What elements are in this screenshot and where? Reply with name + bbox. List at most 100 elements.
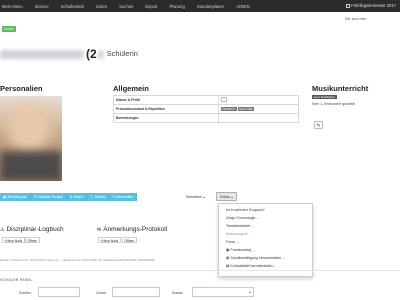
table-row: Klasse & Profil [113,95,299,105]
heading-label: Anmerkungs-Protokoll [103,226,168,233]
top-navbar: Mein Menu Service Schulbetrieb Listen Su… [0,0,400,12]
row-value: DEFINITIV NICHT REP [218,104,299,114]
value-placeholder [221,97,227,102]
button-label: Aktuelle Testate [38,195,63,199]
menu-item-label: Kontaktblatt herunterladen ... [230,264,277,268]
schueler-label: Schüler [19,291,32,295]
stundenplan-button[interactable]: ▦Stundenplan [0,193,31,201]
lehrer-label: Lehrer [96,291,107,295]
bearbeiten-button[interactable]: ✎Bearbeiten [109,193,138,201]
menu-item-label: Schulbestätigung herunterladen ... [230,256,286,260]
button-label: Details [94,195,106,199]
button-label: Bearbeiten [116,195,134,199]
button-label: Stundenplan [7,195,27,199]
logbook-new-note-button[interactable]: +Neue Notiz [2,237,25,243]
details-button[interactable]: ⓘDetails [87,193,110,201]
row-label: Bemerkungen [113,113,219,123]
calendar-icon: ▦ [3,195,7,199]
chevron-down-icon [249,292,251,293]
menu-item-chronologie[interactable]: Zeige Chronologie ... [226,216,259,220]
szenarien-dropdown[interactable]: Szenarien [183,193,208,201]
row-value [218,113,299,123]
edit-music-button[interactable]: ✎ [314,121,323,129]
record-meta: Erstellt: Unbekannt am: 08.04.2016 | Let… [0,258,156,262]
nav-export[interactable]: Export [139,4,163,9]
menu-item-testatuebersicht[interactable]: Testatübersicht ... [226,224,254,228]
extras-dropdown[interactable]: Extras [216,192,237,201]
szenarien-label: Szenarien [186,195,202,199]
nav-listen[interactable]: Listen [90,4,113,9]
lehrer-input[interactable] [112,287,160,297]
nav-admin[interactable]: ADMIN [230,4,256,9]
heading-label: Disziplinar-Logbuch [6,226,64,233]
row-value [218,95,299,105]
heading-anmerkungs-protokoll: ✉ Anmerkungs-Protokoll [97,226,167,233]
heading-musikunterricht: Musikunterricht [312,84,369,93]
klasse-label: Klasse [172,291,183,295]
page-title: (2 Schülerin [0,48,138,60]
nav-stundenplaner[interactable]: Stundenplaner [191,4,230,9]
star-icon: ★ [69,195,73,199]
schueler-input[interactable] [38,287,80,297]
general-info-table: Klasse & Profil Promotionsstand & Repeti… [113,95,299,123]
extras-label: Extras [220,195,230,199]
heading-disziplinar-logbuch: ⚠ Disziplinar-Logbuch [0,226,64,233]
heading-personalien: Personalien [0,84,43,93]
student-role: Schülerin [106,49,138,58]
back-button[interactable]: Zurück [2,26,17,32]
info-icon: ⓘ [90,195,94,199]
panel-title: SCHÜLER PANEL [0,278,33,282]
music-badge: Keine Musiklektion [312,95,337,99]
camera-icon: ▣ [226,248,230,252]
nav-mein-menu[interactable]: Mein Menu [0,4,29,9]
testate-button[interactable]: ☰Aktuelle Testate [30,193,67,201]
nav-schulbetrieb[interactable]: Schulbetrieb [55,4,90,9]
file-icon: ▤ [226,264,230,268]
calendar-icon [345,3,350,8]
pencil-icon: ✎ [112,195,116,199]
menu-item-kontaktblatt[interactable]: ▤Kontaktblatt herunterladen ... [226,264,277,268]
button-label: Neue Notiz [102,239,119,243]
music-status: Kein 1. Instrument gewählt [312,102,355,106]
student-paren: (2 [86,47,97,61]
semester-label: Frühlingssemester 2017 [351,3,396,8]
file-icon: ▤ [226,256,230,260]
breadcrumb: Sie sind hier: [345,17,367,21]
heading-allgemein: Allgemein [113,84,149,93]
button-label: Neue Notiz [6,239,23,243]
pencil-icon: ✎ [316,123,321,129]
action-toolbar: ▦Stundenplan ☰Aktuelle Testate ★Noten ⓘD… [0,193,138,201]
status-badge: DEFINITIV [221,107,237,112]
menu-item-gruppen[interactable]: Ist in welchen Gruppen? [226,208,265,212]
list-icon: ☰ [33,195,38,199]
student-photo [0,96,62,181]
klasse-select[interactable] [192,287,254,297]
warning-icon: ⚠ [0,227,5,233]
menu-item-maturzeugnis: Maturzeugnis ... [226,232,252,236]
semester-selector[interactable]: Frühlingssemester 2017 [345,3,396,8]
menu-item-label: Fotoshooting ... [230,248,256,252]
menu-item-fotoshooting[interactable]: ▣Fotoshooting ... [226,248,255,252]
menu-item-schulbestaetigung[interactable]: ▤Schulbestätigung herunterladen ... [226,256,285,260]
redacted-student-name [0,49,84,59]
extras-menu: Ist in welchen Gruppen? Zeige Chronologi… [218,203,313,277]
comment-icon: ✉ [97,227,102,233]
chevron-down-icon [202,196,205,198]
row-label: Promotionsstand & Repetition [113,104,219,114]
menu-item-fotos[interactable]: Fotos ... [226,240,239,244]
redacted-student-age [97,49,104,59]
logbook-open-button[interactable]: Öffnen [25,237,40,243]
chevron-down-icon [230,196,233,198]
nav-suchen[interactable]: Suchen [113,4,139,9]
status-badge: NICHT REP [237,107,255,112]
protocol-new-note-button[interactable]: +Neue Notiz [98,237,121,243]
button-label: Noten [73,195,84,199]
protocol-open-button[interactable]: Öffnen [122,237,137,243]
nav-planung[interactable]: Planung [163,4,190,9]
table-row: Bemerkungen [113,113,299,123]
table-row: Promotionsstand & Repetition DEFINITIV NI… [113,104,299,114]
noten-button[interactable]: ★Noten [66,193,88,201]
divider [0,270,400,271]
nav-service[interactable]: Service [29,4,55,9]
row-label: Klasse & Profil [113,95,219,105]
